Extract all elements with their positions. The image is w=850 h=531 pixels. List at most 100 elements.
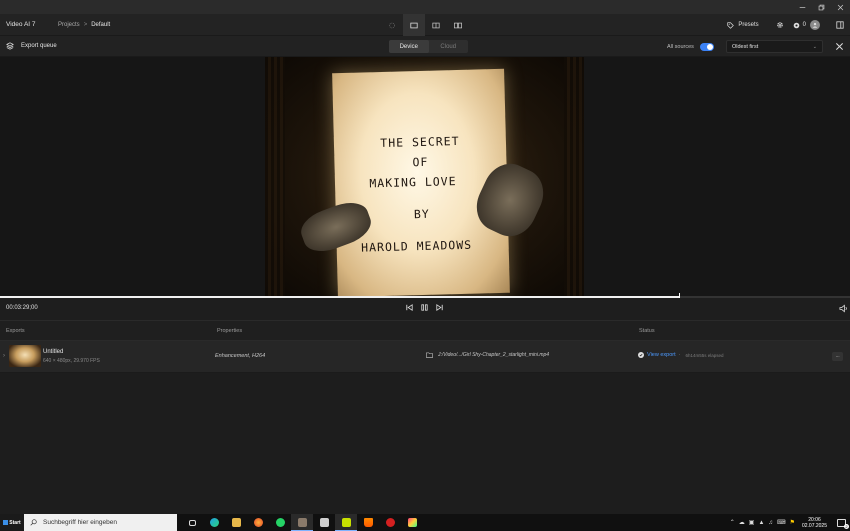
column-properties: Properties (217, 328, 243, 334)
edge-button[interactable] (203, 514, 225, 531)
export-path[interactable]: J:/Video/.../Girl Shy-Chapter_2_starligh… (426, 352, 549, 358)
tab-device[interactable]: Device (389, 40, 429, 53)
step-forward-icon[interactable] (435, 303, 444, 312)
single-view-button[interactable] (403, 14, 425, 36)
chevron-up-icon[interactable]: ⌃ (730, 519, 735, 526)
table-row[interactable]: › Untitled 640 × 480px, 29.970 FPS Enhan… (0, 341, 850, 373)
breadcrumb: Projects > Default (58, 22, 110, 28)
settings-button[interactable] (769, 21, 791, 29)
export-status: View export · 6h14m55s elapsed (638, 352, 724, 358)
restore-icon (818, 4, 825, 10)
chevron-right-icon[interactable]: › (3, 353, 5, 359)
tab-cloud[interactable]: Cloud (429, 40, 469, 53)
media-app-button[interactable] (335, 514, 357, 531)
tag-icon (727, 21, 735, 29)
whatsapp-icon (275, 518, 285, 527)
app-colorful-button[interactable] (401, 514, 423, 531)
search-icon (30, 519, 37, 526)
monitor-icon[interactable]: ▣ (749, 519, 755, 526)
check-circle-icon (638, 352, 644, 358)
exports-empty-area (0, 373, 850, 514)
app-header: Video AI 7 Projects > Default Presets 0 (0, 14, 850, 36)
network-icon[interactable]: ▲ (758, 520, 764, 526)
presets-button[interactable]: Presets (727, 21, 759, 29)
view-export-link[interactable]: View export (647, 352, 676, 358)
sort-select[interactable]: Oldest first ⌄ (726, 40, 823, 53)
app-red-button[interactable] (379, 514, 401, 531)
step-back-icon[interactable] (405, 303, 414, 312)
credits-count: 0 (802, 22, 806, 28)
app-button[interactable] (313, 514, 335, 531)
explorer-button[interactable] (225, 514, 247, 531)
title-card-line: THE SECRET (380, 133, 460, 151)
title-card: THE SECRET OF MAKING LOVE BY HAROLD MEAD… (332, 68, 510, 296)
export-path-text: J:/Video/.../Girl Shy-Chapter_2_starligh… (438, 352, 550, 358)
status-separator: · (678, 352, 681, 358)
firefox-icon (253, 518, 263, 527)
export-thumbnail (9, 345, 41, 367)
start-label: Start (9, 519, 21, 526)
system-tray: ⌃ ☁ ▣ ▲ ♫ ⌨ ⚑ 20:06 02.07.2025 (730, 514, 850, 531)
title-card-line: MAKING LOVE (369, 174, 457, 191)
task-view-button[interactable] (181, 514, 203, 531)
vlc-button[interactable] (357, 514, 379, 531)
circle-dashed-icon (389, 22, 395, 28)
flag-icon[interactable]: ⚑ (790, 519, 795, 526)
task-view-icon (188, 519, 196, 526)
keyboard-icon[interactable]: ⌨ (777, 519, 786, 526)
credits-indicator[interactable]: 0 (793, 22, 806, 29)
side-by-side-icon (454, 22, 462, 28)
all-sources-label: All sources (667, 43, 694, 50)
vlc-icon (363, 518, 373, 527)
search-placeholder: Suchbegriff hier eingeben (43, 519, 117, 526)
app-name: Video AI 7 (6, 21, 36, 28)
volume-icon[interactable] (839, 304, 848, 313)
credit-icon (793, 22, 799, 28)
colorful-app-icon (407, 518, 417, 527)
cloud-icon[interactable]: ☁ (739, 519, 745, 526)
pause-icon[interactable] (420, 303, 429, 312)
all-sources-toggle[interactable] (699, 42, 714, 51)
gear-icon (776, 22, 783, 28)
more-options-button[interactable]: ··· (832, 352, 843, 361)
compare-mode-button[interactable] (381, 14, 403, 36)
window-icon (319, 518, 329, 527)
breadcrumb-projects[interactable]: Projects (58, 22, 80, 28)
toggle-panel-button[interactable] (832, 21, 848, 29)
window-titlebar (0, 0, 850, 14)
taskbar-search[interactable]: Suchbegriff hier eingeben (24, 514, 177, 531)
clock-date: 02.07.2025 (801, 522, 827, 529)
export-queue-bar: Export queue Device Cloud All sources Ol… (0, 36, 850, 57)
column-exports: Exports (6, 328, 25, 334)
close-queue-icon[interactable] (835, 42, 844, 51)
avatar[interactable] (810, 20, 820, 30)
firefox-button[interactable] (247, 514, 269, 531)
speaker-icon[interactable]: ♫ (768, 520, 773, 526)
transport-bar: 00:03:29;00 (0, 298, 850, 320)
start-button[interactable]: Start (0, 514, 24, 531)
restore-button[interactable] (812, 0, 831, 14)
breadcrumb-current: Default (91, 21, 111, 28)
red-app-icon (385, 518, 395, 527)
windows-taskbar: Start Suchbegriff hier eingeben ⌃ ☁ ▣ ▲ … (0, 514, 850, 531)
whatsapp-button[interactable] (269, 514, 291, 531)
export-meta: 640 × 480px, 29.970 FPS (43, 358, 100, 364)
minimize-button[interactable] (793, 0, 812, 14)
user-icon (812, 22, 818, 28)
presets-label: Presets (738, 22, 759, 28)
split-view-button[interactable] (425, 14, 447, 36)
clock[interactable]: 20:06 02.07.2025 (802, 517, 827, 529)
notification-icon[interactable] (837, 518, 849, 529)
chevron-right-icon: > (83, 21, 88, 28)
video-ai-icon (297, 517, 307, 527)
side-by-side-button[interactable] (447, 14, 469, 36)
sort-value: Oldest first (732, 43, 759, 50)
close-window-button[interactable] (831, 0, 850, 14)
folder-icon (231, 518, 241, 527)
video-ai-button[interactable] (291, 514, 313, 531)
media-icon (341, 517, 351, 527)
edge-icon (209, 518, 219, 527)
exports-table-header: Exports Properties Status (0, 320, 850, 341)
side-panel-icon (836, 21, 844, 29)
elapsed-time: 6h14m55s elapsed (685, 352, 724, 358)
